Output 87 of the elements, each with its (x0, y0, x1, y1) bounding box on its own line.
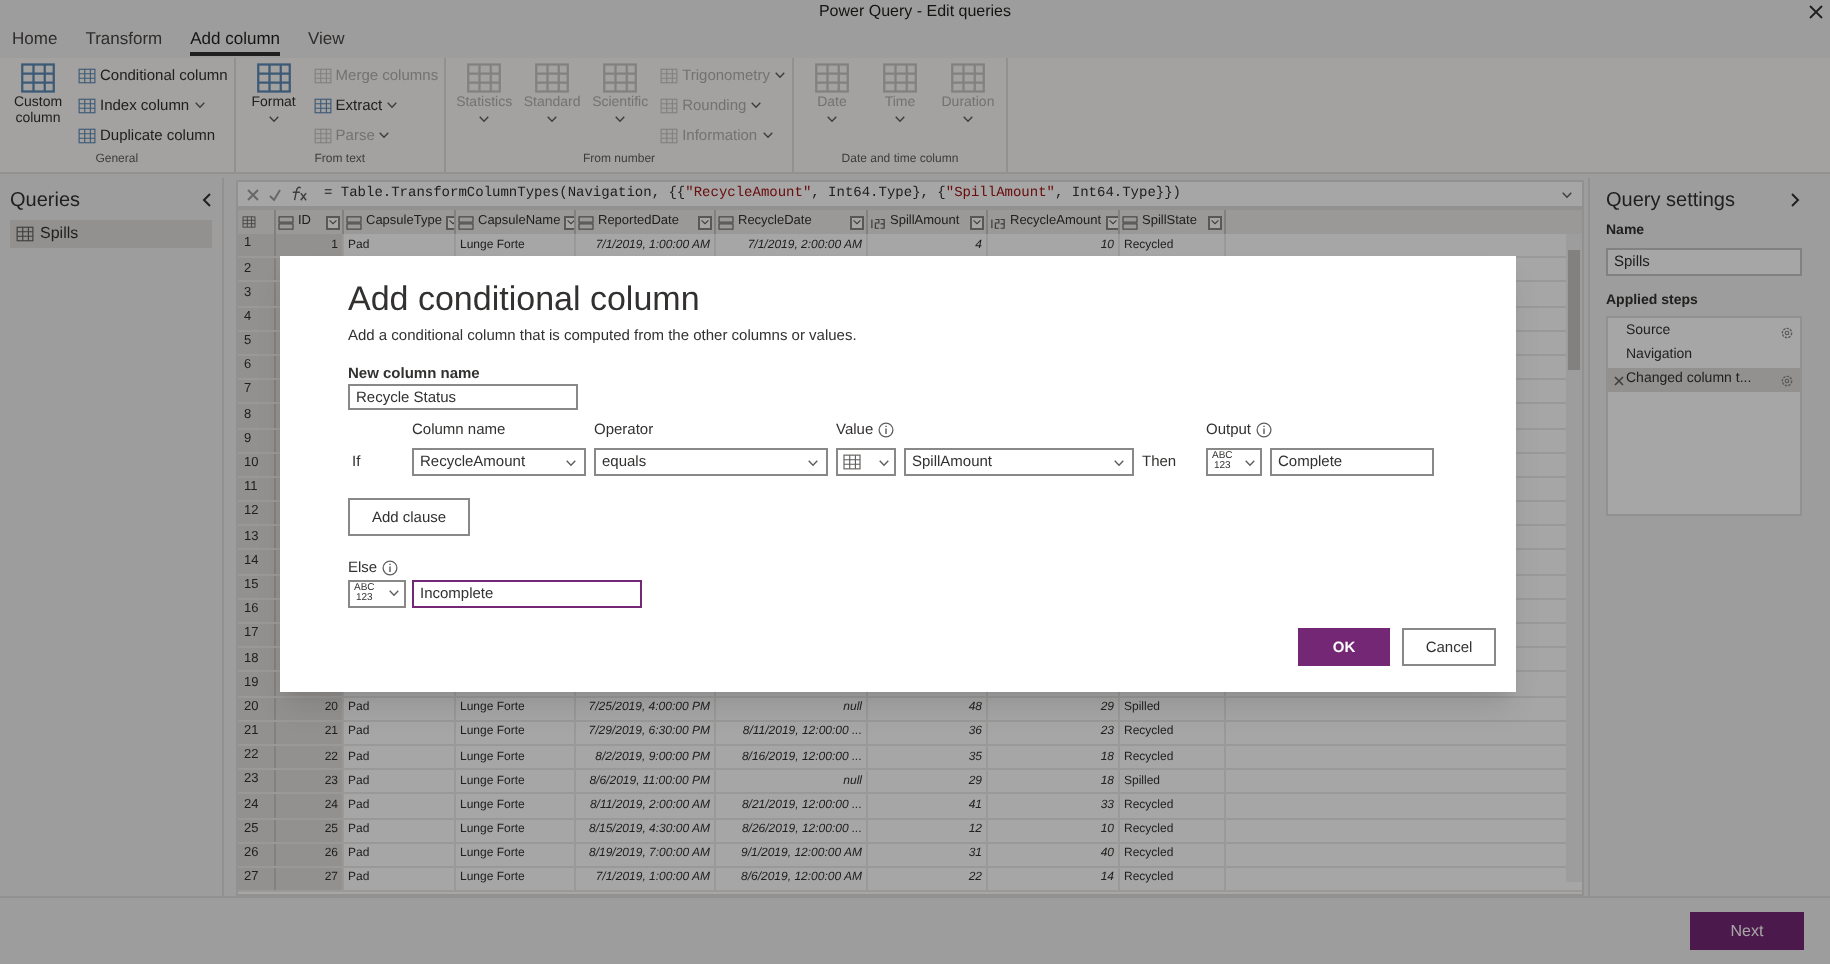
cancel-icon[interactable] (246, 187, 260, 201)
filter-button[interactable] (1105, 215, 1118, 229)
caret-icon (761, 130, 774, 140)
filter-button[interactable] (970, 215, 984, 229)
table-icon (466, 62, 503, 94)
text-type-icon (578, 215, 594, 229)
filter-button[interactable] (1208, 215, 1222, 229)
caret-icon (614, 114, 627, 124)
table-icon (313, 97, 332, 113)
caret-icon (750, 100, 763, 110)
caret-icon (566, 218, 574, 226)
caret-icon (546, 114, 559, 124)
table-icon (16, 226, 34, 242)
ribbon-tab[interactable]: Home (12, 29, 58, 56)
caret-icon (328, 218, 338, 226)
ribbon-tab[interactable]: Transform (85, 29, 163, 56)
caret-icon (806, 457, 820, 467)
table-icon (660, 67, 679, 83)
ribbon-tab[interactable]: View (308, 29, 345, 56)
panel-title: Query settings (1606, 187, 1735, 215)
table-icon (78, 97, 96, 113)
text-type-icon (458, 215, 474, 229)
expand-icon[interactable] (1790, 192, 1802, 208)
table-icon (20, 62, 56, 94)
panel-title: Queries (10, 187, 81, 215)
delete-icon[interactable] (1614, 375, 1624, 385)
next-button[interactable]: Next (1690, 912, 1804, 950)
dialog-title: Add conditional column (348, 280, 702, 320)
function-icon (290, 186, 308, 202)
caret-icon (1244, 457, 1256, 467)
filter-button[interactable] (850, 215, 864, 229)
caret-icon (386, 100, 399, 110)
gear-icon[interactable] (1780, 373, 1794, 387)
caret-icon (378, 130, 391, 140)
number-type-icon (870, 215, 886, 229)
caret-icon (893, 114, 906, 124)
text-type-icon (346, 215, 362, 229)
scrollbar-thumb[interactable] (1568, 250, 1580, 370)
info-icon (877, 422, 894, 438)
table-icon (242, 216, 256, 228)
table-icon (660, 97, 679, 113)
caret-icon (852, 218, 862, 226)
caret-icon (447, 218, 454, 226)
table-icon (78, 127, 96, 143)
caret-icon (478, 114, 491, 124)
caret-icon (1210, 218, 1220, 226)
table-icon (949, 62, 986, 94)
collapse-icon[interactable] (200, 192, 212, 208)
table-icon (534, 62, 571, 94)
table-icon (602, 62, 639, 94)
text-type-icon (718, 215, 734, 229)
filter-button[interactable] (698, 215, 712, 229)
caret-icon (1560, 189, 1574, 199)
text-type-icon (1122, 215, 1138, 229)
caret-icon (267, 114, 280, 124)
scrollbar[interactable] (1566, 234, 1582, 882)
text-type-icon (278, 215, 294, 229)
caret-icon (961, 114, 974, 124)
query-item[interactable]: Spills (10, 220, 212, 248)
filter-button[interactable] (326, 215, 340, 229)
caret-icon (1107, 218, 1118, 226)
info-icon (381, 559, 398, 576)
table-icon (842, 454, 862, 470)
caret-icon (825, 114, 838, 124)
table-icon (881, 62, 918, 94)
table-icon (313, 127, 332, 143)
filter-button[interactable] (564, 215, 574, 229)
caret-icon (564, 457, 578, 467)
caret-icon (1112, 457, 1126, 467)
table-icon (313, 67, 332, 83)
close-icon[interactable] (1808, 4, 1824, 20)
table-icon (813, 62, 850, 94)
caret-icon (700, 218, 710, 226)
number-type-icon (990, 215, 1006, 229)
caret-icon (878, 457, 890, 467)
check-icon[interactable] (268, 187, 282, 201)
table-icon (78, 67, 96, 83)
window-title: Power Query - Edit queries (818, 4, 1012, 20)
caret-icon (972, 218, 982, 226)
table-icon (660, 127, 679, 143)
gear-icon[interactable] (1780, 325, 1794, 339)
caret-icon (388, 588, 400, 599)
table-icon (255, 62, 292, 94)
caret-icon (193, 100, 206, 110)
column-type-button[interactable] (836, 448, 896, 476)
caret-icon (773, 70, 786, 80)
info-icon (1255, 422, 1272, 438)
